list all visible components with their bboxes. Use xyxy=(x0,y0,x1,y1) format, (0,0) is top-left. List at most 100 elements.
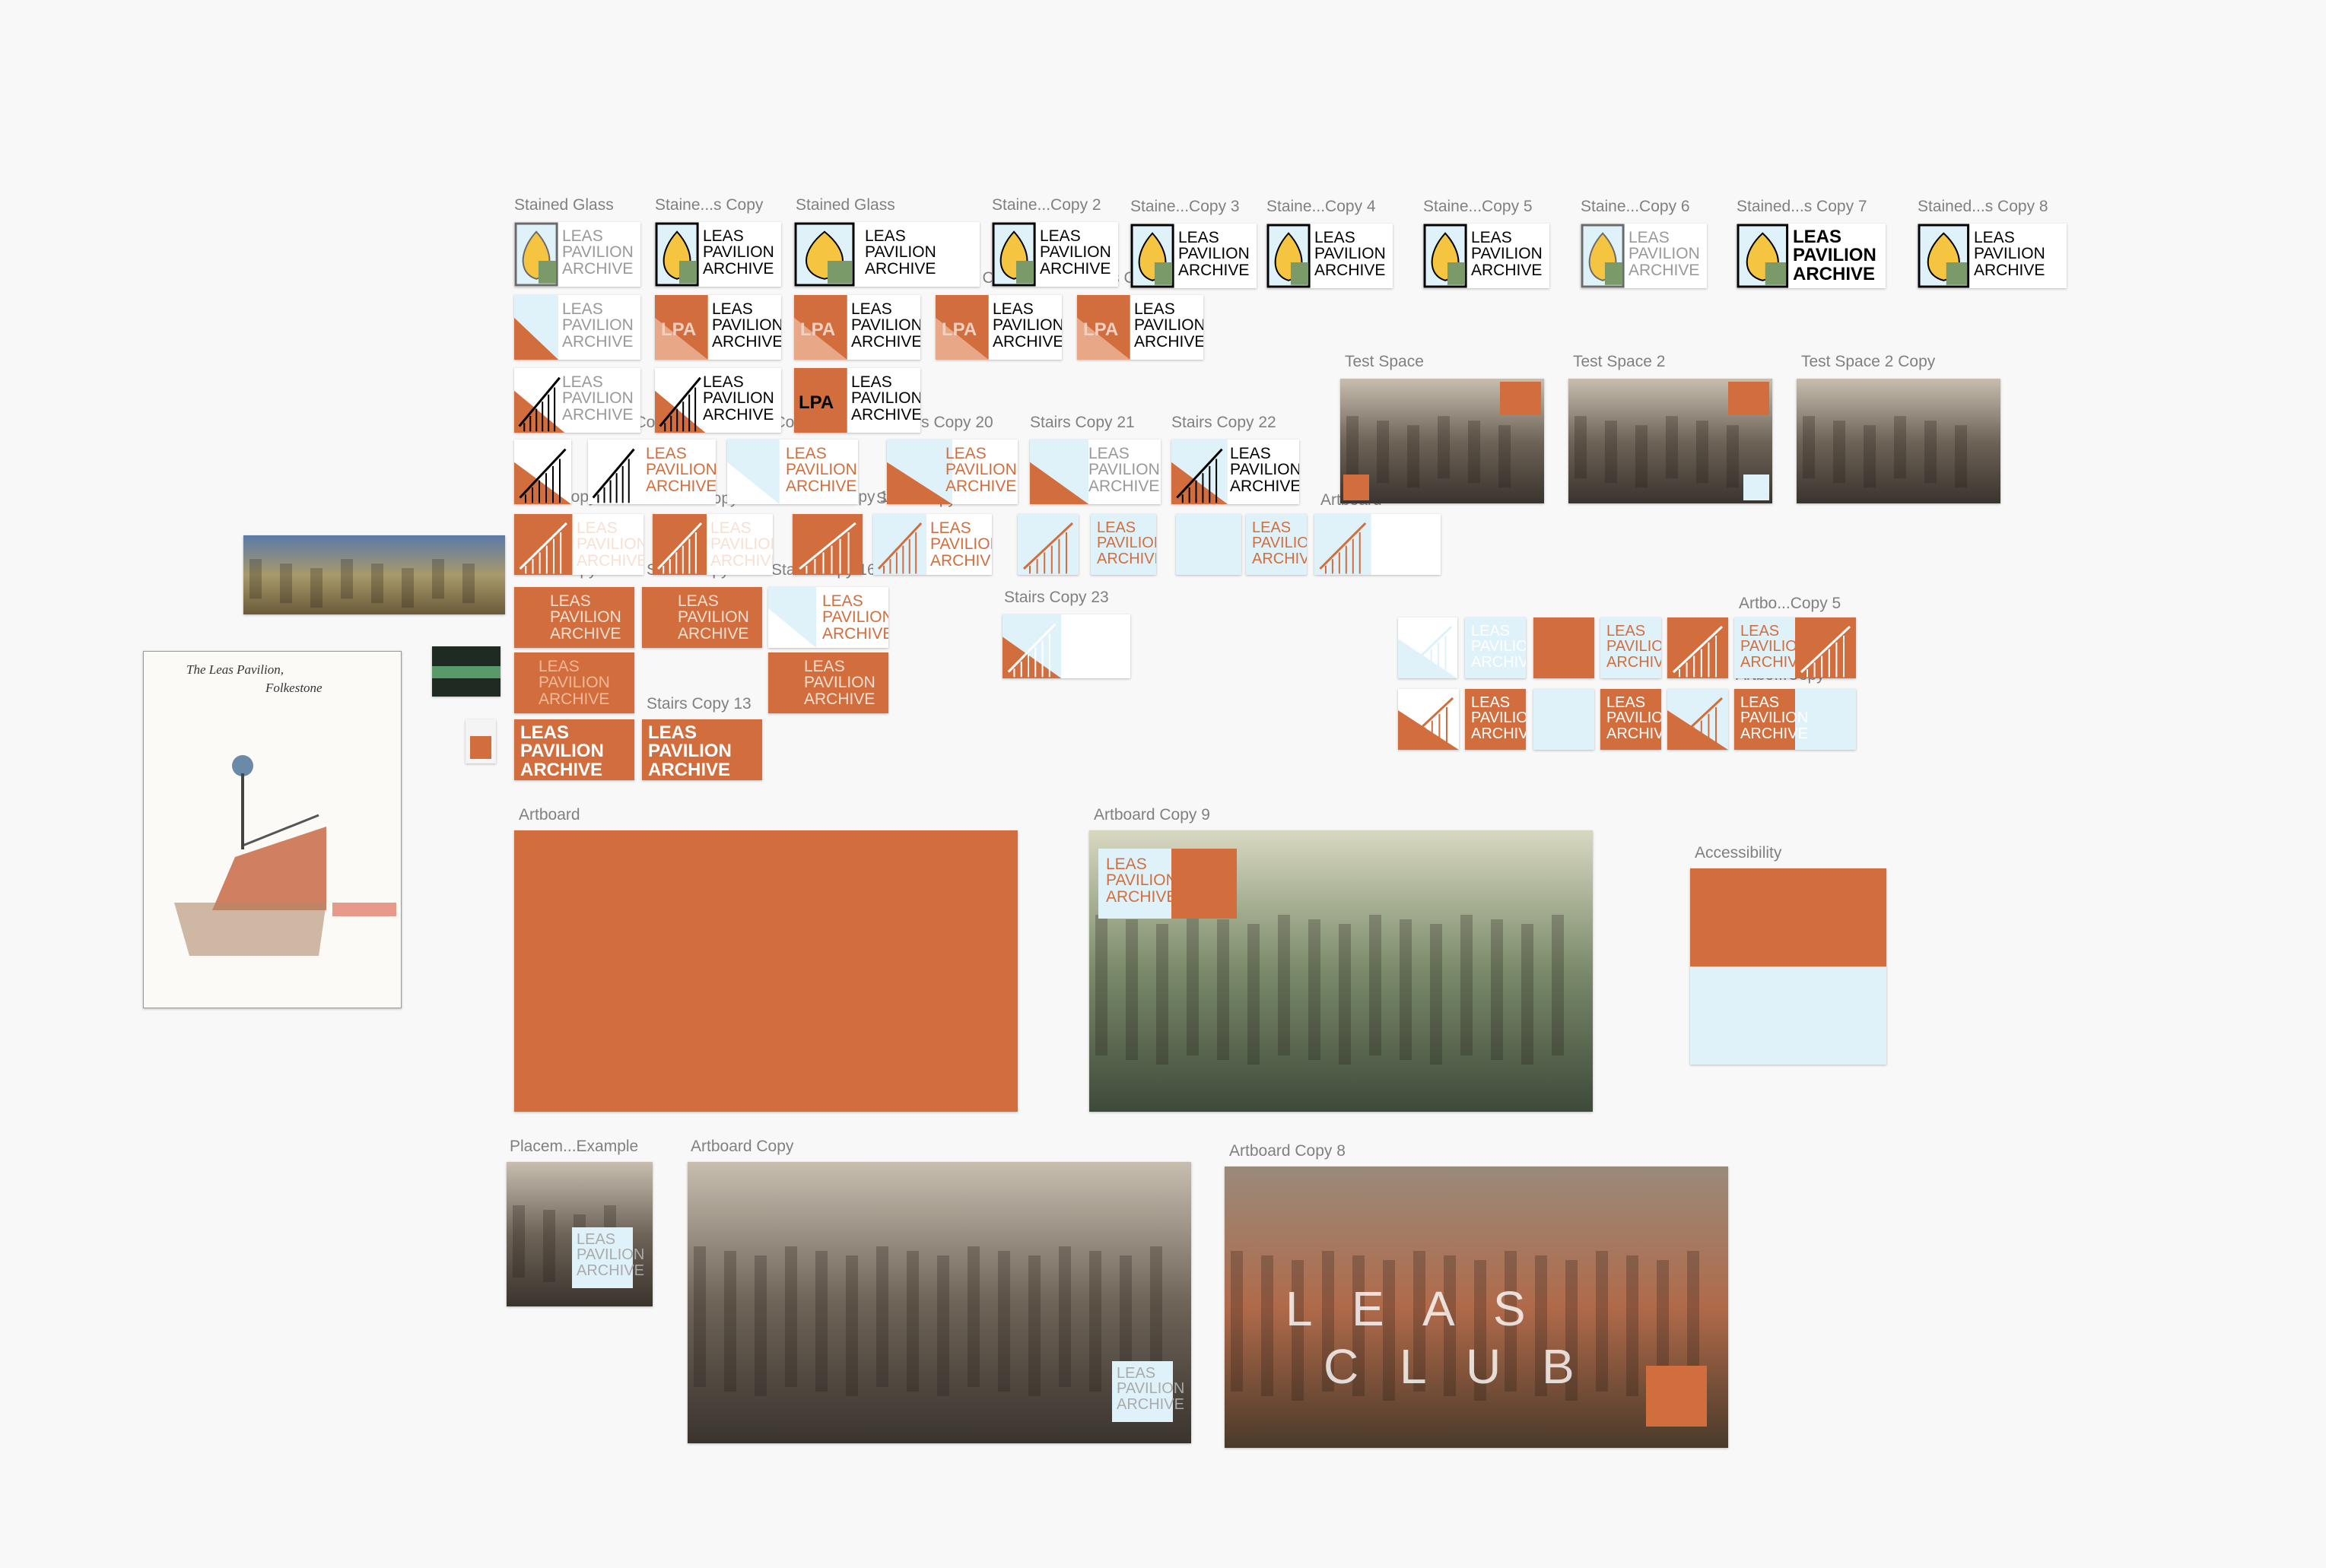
artboard-orange-bold[interactable]: LEAS PAVILION ARCHIVE xyxy=(642,719,762,780)
artboard-label[interactable]: Staine...s Copy xyxy=(655,196,763,214)
artboard-blue-orange-small[interactable]: LEAS PAVILION ARCHIVE xyxy=(1600,617,1661,678)
artboard-label[interactable]: Staine...Copy 4 xyxy=(1266,198,1376,216)
logo-text: LEAS PAVILION ARCHIVE xyxy=(1740,694,1809,742)
artboard-label[interactable]: Test Space 2 Copy xyxy=(1801,353,1935,371)
artboard-blue-only[interactable] xyxy=(1533,689,1594,750)
artboard-stairs-thin[interactable]: LEAS PAVILION ARCHIVE xyxy=(514,295,640,360)
artboard-orange-blue-split[interactable]: LEAS PAVILION ARCHIVE xyxy=(1734,689,1856,750)
artboard-label[interactable]: Stairs Copy 21 xyxy=(1030,414,1135,432)
artboard-orange-rail-white[interactable] xyxy=(1667,617,1728,678)
panorama-image[interactable] xyxy=(243,535,505,614)
artboard-stairs-box-white[interactable] xyxy=(1003,614,1130,678)
artboard-accessibility[interactable] xyxy=(1690,868,1886,1065)
artboard-stairs-lpa[interactable]: LPA LEAS PAVILION ARCHIVE xyxy=(1077,295,1203,360)
logo-badge xyxy=(1500,382,1541,415)
logo-text: LPA xyxy=(799,392,834,413)
artboard-label[interactable]: Stained Glass xyxy=(514,196,614,214)
sketch-drawing[interactable]: The Leas Pavilion, Folkestone xyxy=(143,651,402,1008)
artboard-label[interactable]: Accessibility xyxy=(1695,844,1781,862)
artboard-label[interactable]: Stairs Copy 23 xyxy=(1004,589,1109,607)
artboard-label[interactable]: Artbo...Copy 5 xyxy=(1739,595,1841,613)
artboard-rail-blue[interactable] xyxy=(1314,514,1441,575)
artboard-glass-black[interactable]: LEAS PAVILION ARCHIVE xyxy=(992,222,1118,287)
artboard-orange-white-text[interactable]: LEAS PAVILION ARCHIVE xyxy=(1465,689,1526,750)
logo-text: LEAS PAVILION ARCHIVE xyxy=(1606,694,1661,742)
artboard-label[interactable]: Staine...Copy 2 xyxy=(992,196,1101,214)
artboard-label[interactable]: Placem...Example xyxy=(510,1138,638,1156)
artboard-label[interactable]: Artboard xyxy=(519,806,580,824)
artboard-blue-orange-text[interactable]: LEAS PAVILION ARCHIVE xyxy=(768,587,888,648)
artboard-blue-orange-rail[interactable]: LEAS PAVILION ARCHIVE xyxy=(1734,617,1856,678)
artboard-stairs-archive[interactable]: LEAS PAVILION ARCHIVE xyxy=(514,368,640,433)
artboard-orange-rail[interactable]: LEAS PAVILION ARCHIVE xyxy=(514,514,643,575)
artboard-orange-rail-2[interactable]: LEAS PAVILION ARCHIVE xyxy=(653,514,773,575)
artboard-white-rail-blue[interactable] xyxy=(1398,617,1457,678)
artboard-orange-thin[interactable]: LEAS PAVILION ARCHIVE xyxy=(514,652,634,713)
artboard-terrace[interactable]: LEAS PAVILION ARCHIVE xyxy=(688,1162,1191,1443)
artboard-blue-orange-text[interactable]: LEAS PAVILION ARCHIVE xyxy=(727,440,858,504)
small-dark-thumbnail[interactable] xyxy=(432,646,500,697)
club-sign-line-1: L E A S xyxy=(1285,1281,1540,1336)
artboard-glass-black[interactable]: LEAS PAVILION ARCHIVE xyxy=(1918,224,2067,288)
artboard-blue-only[interactable] xyxy=(1176,514,1241,575)
artboard-blue-white-text[interactable]: LEAS PAVILION ARCHIVE xyxy=(1465,617,1526,678)
logo-text: LEAS PAVILION ARCHIVE xyxy=(678,592,749,643)
artboard-label[interactable]: Staine...Copy 3 xyxy=(1130,198,1240,216)
artboard-big-orange[interactable] xyxy=(514,830,1018,1112)
artboard-orange-only[interactable] xyxy=(1533,617,1594,678)
artboard-orange-bold[interactable]: LEAS PAVILION ARCHIVE xyxy=(514,719,634,780)
artboard-label[interactable]: Test Space 2 xyxy=(1573,353,1665,371)
artboard-stairs-archive[interactable]: LEAS PAVILION ARCHIVE xyxy=(655,368,781,433)
artboard-glass-thin[interactable]: LEAS PAVILION ARCHIVE xyxy=(514,222,640,287)
artboard-orange-rail-3[interactable] xyxy=(793,514,863,575)
artboard-label[interactable]: Stained...s Copy 8 xyxy=(1918,198,2048,216)
artboard-glass-black[interactable]: LEAS PAVILION ARCHIVE xyxy=(1266,224,1393,288)
small-stairs-thumbnail[interactable] xyxy=(466,719,496,763)
artboard-stairs-lpa[interactable]: LPA LEAS PAVILION ARCHIVE xyxy=(936,295,1062,360)
artboard-orange-fill[interactable]: LEAS PAVILION ARCHIVE xyxy=(642,587,762,648)
artboard-white-rail-orange[interactable] xyxy=(1398,689,1459,750)
artboard-stairs-orange-text[interactable]: LEAS PAVILION ARCHIVE xyxy=(588,440,716,504)
artboard-leas-club[interactable]: L E A SC L U B xyxy=(1225,1166,1728,1448)
artboard-label[interactable]: Artboard Copy xyxy=(691,1138,793,1156)
artboard-orange-fill[interactable]: LEAS PAVILION ARCHIVE xyxy=(514,587,634,648)
artboard-stairs-lpa[interactable]: LPA LEAS PAVILION ARCHIVE xyxy=(794,295,920,360)
logo-text: LEAS PAVILION ARCHIVE xyxy=(562,373,634,424)
artboard-stairs-lpa[interactable]: LPA LEAS PAVILION ARCHIVE xyxy=(655,295,781,360)
artboard-label[interactable]: Staine...Copy 5 xyxy=(1423,198,1533,216)
artboard-label[interactable]: Test Space xyxy=(1345,353,1424,371)
artboard-blue-gray-text[interactable]: LEAS PAVILION ARCHIVE xyxy=(1030,440,1161,504)
artboard-glass-thin[interactable]: LEAS PAVILION ARCHIVE xyxy=(1581,224,1707,288)
artboard-orange-fill[interactable]: LEAS PAVILION ARCHIVE xyxy=(768,652,888,713)
artboard-orange-white-text[interactable]: LEAS PAVILION ARCHIVE xyxy=(1600,689,1661,750)
design-canvas[interactable]: Stained Glass Staine...s Copy Stained Glas… xyxy=(0,0,2326,1568)
artboard-blue-orange-small[interactable]: LEAS PAVILION ARCHIVE xyxy=(1246,514,1307,575)
artboard-stairs-box[interactable]: LEAS PAVILION ARCHIVE xyxy=(1171,440,1299,504)
artboard-glass-bold[interactable]: LEAS PAVILION ARCHIVE xyxy=(1737,224,1886,288)
artboard-label[interactable]: Staine...Copy 6 xyxy=(1581,198,1690,216)
artboard-rail-only[interactable] xyxy=(1018,514,1079,575)
artboard-rail-orange-text[interactable]: LEAS PAVILION ARCHIVE xyxy=(873,514,992,575)
artboard-photo-mixed[interactable] xyxy=(1568,379,1772,503)
artboard-label[interactable]: Stairs Copy 22 xyxy=(1171,414,1276,432)
artboard-stairs-lpa-black[interactable]: LPA LEAS PAVILION ARCHIVE xyxy=(794,368,920,433)
artboard-glass-black[interactable]: LEAS PAVILION ARCHIVE xyxy=(1130,224,1257,288)
artboard-glass-black[interactable]: LEAS PAVILION ARCHIVE xyxy=(655,222,781,287)
artboard-blue-orange-small[interactable]: LEAS PAVILION ARCHIVE xyxy=(1091,514,1156,575)
artboard-label[interactable]: Artboard Copy 8 xyxy=(1229,1142,1346,1160)
artboard-blue-orange-text-2[interactable]: LEAS PAVILION ARCHIVE xyxy=(887,440,1018,504)
artboard-interior[interactable]: LEAS PAVILION ARCHIVE xyxy=(1089,830,1593,1112)
artboard-label[interactable]: Stained...s Copy 7 xyxy=(1737,198,1867,216)
artboard-glass-black[interactable]: LEAS PAVILION ARCHIVE xyxy=(1423,224,1549,288)
artboard-stairs-archive[interactable] xyxy=(514,440,571,504)
artboard-glass-black[interactable]: LEAS PAVILION ARCHIVE xyxy=(794,222,980,287)
artboard-photo-orange[interactable] xyxy=(1340,379,1544,503)
artboard-placement[interactable]: LEAS PAVILION ARCHIVE xyxy=(507,1162,653,1306)
artboard-label[interactable]: Stairs Copy 13 xyxy=(647,695,752,713)
logo-text: LEAS PAVILION ARCHIVE xyxy=(1793,227,1876,284)
logo-text: LEAS PAVILION ARCHIVE xyxy=(1088,445,1160,495)
artboard-label[interactable]: Artboard Copy 9 xyxy=(1094,806,1210,824)
artboard-photo[interactable] xyxy=(1797,379,2000,503)
artboard-rail-orange-small[interactable] xyxy=(1667,689,1728,750)
artboard-label[interactable]: Stained Glass xyxy=(796,196,895,214)
